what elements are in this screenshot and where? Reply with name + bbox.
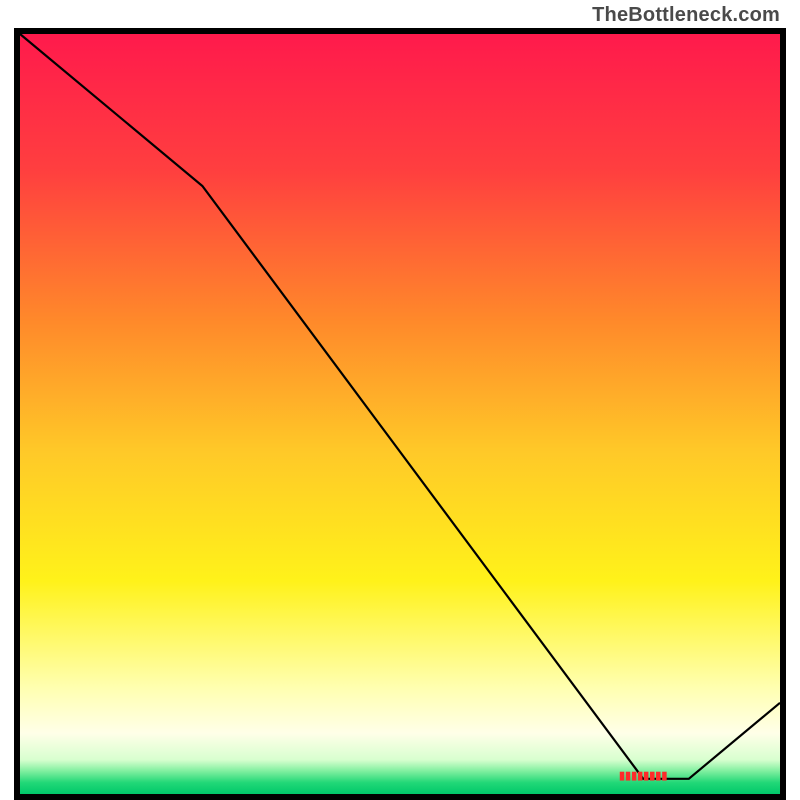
data-point-label: ▮▮▮▮▮▮▮▮ [619, 770, 667, 782]
attribution-link[interactable]: TheBottleneck.com [592, 4, 780, 27]
plot-background [20, 34, 780, 794]
chart-container: TheBottleneck.com ▮▮▮▮▮▮▮▮ [0, 0, 800, 800]
chart-svg: ▮▮▮▮▮▮▮▮ [14, 28, 786, 800]
